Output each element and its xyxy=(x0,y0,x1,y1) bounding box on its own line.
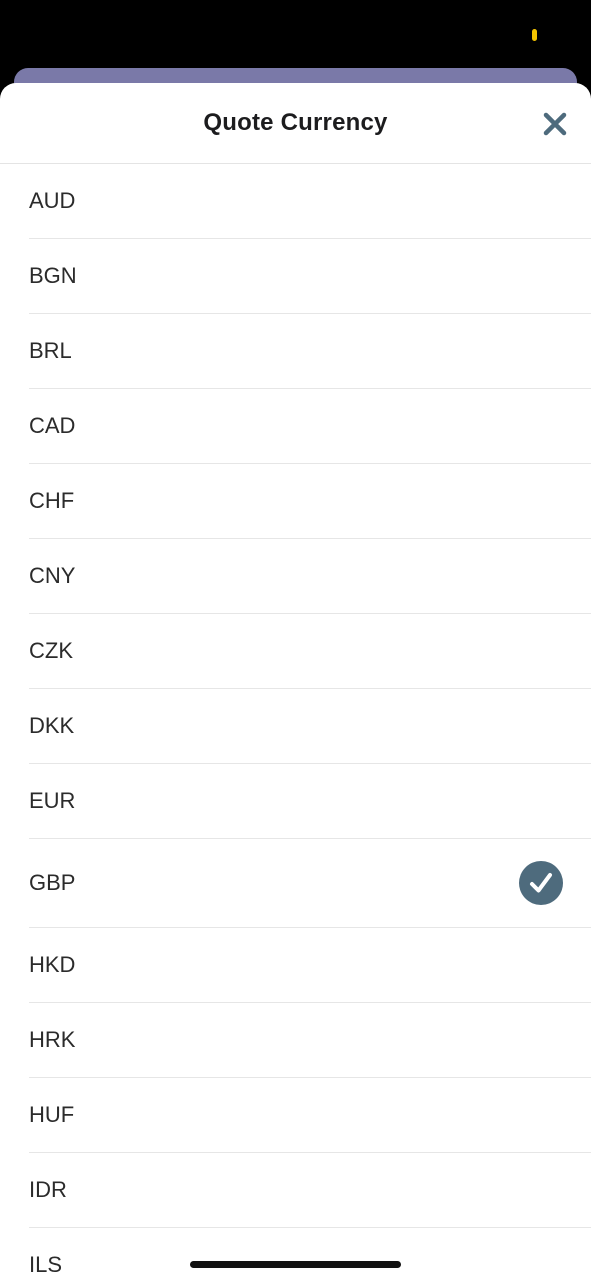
currency-code-label: CZK xyxy=(29,638,73,663)
currency-code-label: HRK xyxy=(29,1027,76,1052)
currency-row-hkd[interactable]: HKD xyxy=(29,928,591,1003)
sheet-title: Quote Currency xyxy=(203,109,388,136)
currency-row-cad[interactable]: CAD xyxy=(29,389,591,464)
currency-row-eur[interactable]: EUR xyxy=(29,764,591,839)
currency-picker-sheet: Quote Currency AUD BGN BRL CAD CHF CNY CZK DKK E… xyxy=(0,83,591,1280)
currency-row-aud[interactable]: AUD xyxy=(29,164,591,239)
currency-code-label: AUD xyxy=(29,188,76,213)
sheet-header: Quote Currency xyxy=(0,83,591,164)
currency-code-label: CNY xyxy=(29,563,76,588)
currency-code-label: BRL xyxy=(29,338,72,363)
currency-code-label: BGN xyxy=(29,263,77,288)
currency-row-chf[interactable]: CHF xyxy=(29,464,591,539)
close-button[interactable] xyxy=(540,109,570,139)
currency-row-ils[interactable]: ILS xyxy=(29,1228,591,1280)
currency-code-label: ILS xyxy=(29,1252,63,1277)
currency-row-dkk[interactable]: DKK xyxy=(29,689,591,764)
currency-row-bgn[interactable]: BGN xyxy=(29,239,591,314)
currency-code-label: CAD xyxy=(29,413,76,438)
close-x-icon xyxy=(543,112,567,136)
currency-row-brl[interactable]: BRL xyxy=(29,314,591,389)
currency-list: AUD BGN BRL CAD CHF CNY CZK DKK EUR GBP HKD HRK HUF I… xyxy=(0,164,591,1280)
currency-row-hrk[interactable]: HRK xyxy=(29,1003,591,1078)
currency-code-label: EUR xyxy=(29,788,76,813)
currency-code-label: DKK xyxy=(29,713,75,738)
currency-row-cny[interactable]: CNY xyxy=(29,539,591,614)
status-indicator-dot xyxy=(532,29,537,41)
currency-code-label: CHF xyxy=(29,488,75,513)
status-bar xyxy=(0,0,591,70)
currency-row-czk[interactable]: CZK xyxy=(29,614,591,689)
currency-row-gbp[interactable]: GBP xyxy=(29,839,591,928)
home-indicator xyxy=(190,1261,401,1268)
checkmark-icon xyxy=(519,861,563,905)
currency-code-label: IDR xyxy=(29,1177,67,1202)
currency-row-huf[interactable]: HUF xyxy=(29,1078,591,1153)
currency-code-label: HKD xyxy=(29,952,76,977)
currency-code-label: GBP xyxy=(29,870,76,895)
currency-row-idr[interactable]: IDR xyxy=(29,1153,591,1228)
currency-code-label: HUF xyxy=(29,1102,75,1127)
